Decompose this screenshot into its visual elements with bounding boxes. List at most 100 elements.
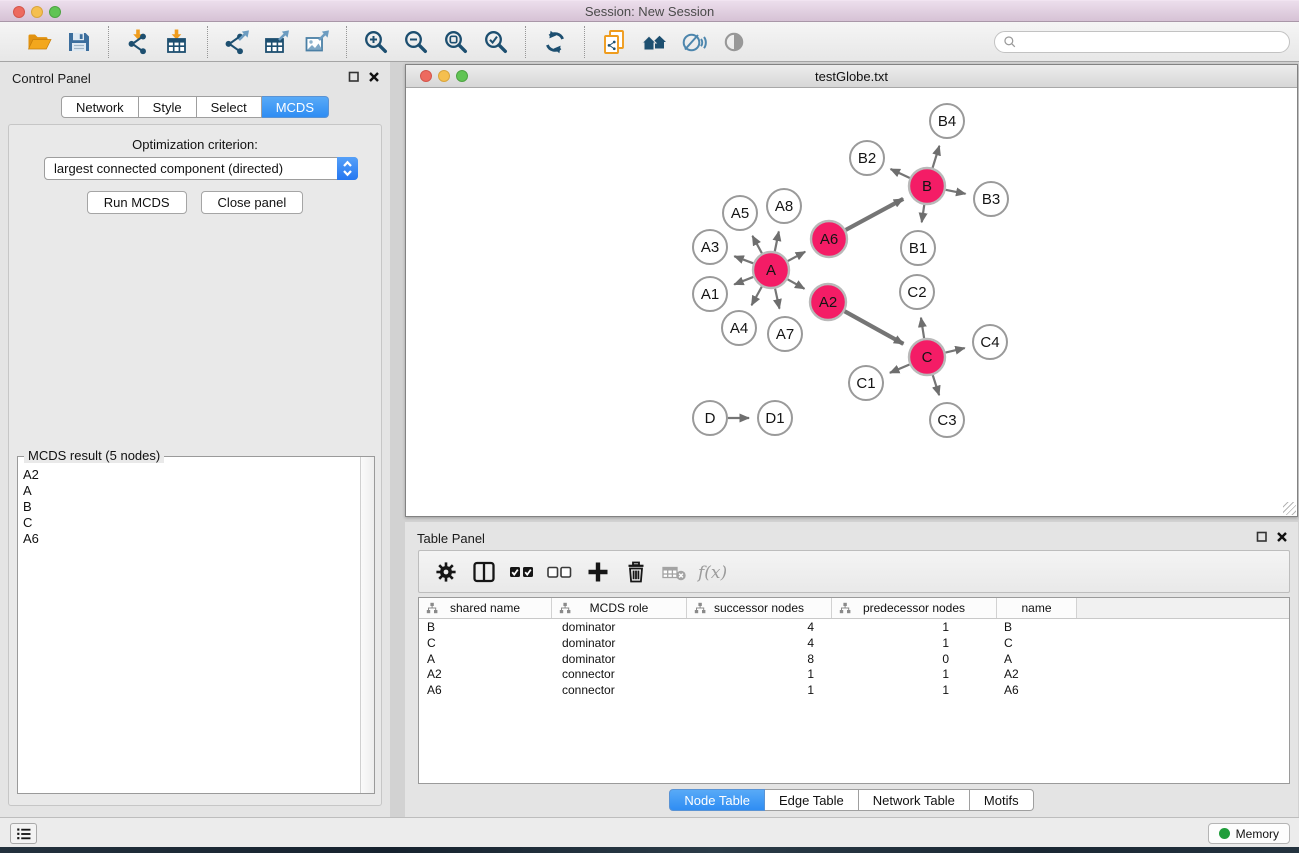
table-row[interactable]: Bdominator41B (419, 619, 1289, 635)
function-builder-icon[interactable]: f(x) (697, 557, 727, 587)
close-panel-icon[interactable] (368, 71, 380, 83)
node-B4[interactable]: B4 (930, 104, 964, 138)
delete-row-icon[interactable] (621, 557, 651, 587)
table-row[interactable]: Cdominator41C (419, 635, 1289, 651)
network-canvas[interactable]: B4 B2 B B3 A8 A5 A6 B1 A3 A A1 C2 A2 (406, 88, 1297, 516)
tab-select[interactable]: Select (197, 96, 262, 118)
export-network-icon[interactable] (223, 28, 251, 56)
tab-motifs[interactable]: Motifs (970, 789, 1034, 811)
table-cell[interactable]: A (997, 651, 1077, 667)
edge-A-A1[interactable] (734, 277, 753, 285)
save-session-icon[interactable] (65, 28, 93, 56)
edge-C-C1[interactable] (890, 364, 910, 372)
open-session-icon[interactable] (25, 28, 53, 56)
node-A2[interactable]: A2 (810, 284, 846, 320)
tab-node-table[interactable]: Node Table (669, 789, 765, 811)
table-cell[interactable]: A6 (997, 682, 1077, 698)
edge-A-A8[interactable] (775, 231, 779, 251)
float-panel-icon[interactable] (348, 71, 360, 83)
edge-B-B4[interactable] (933, 146, 940, 168)
table-cell[interactable]: A6 (419, 682, 552, 698)
tab-edge-table[interactable]: Edge Table (765, 789, 859, 811)
search-input[interactable] (1022, 35, 1281, 49)
table-cell[interactable]: dominator (552, 619, 687, 635)
table-settings-icon[interactable] (431, 557, 461, 587)
zoom-selected-icon[interactable] (482, 28, 510, 56)
table-cell[interactable]: A (419, 651, 552, 667)
node-A8[interactable]: A8 (767, 189, 801, 223)
export-table-icon[interactable] (263, 28, 291, 56)
toggle-preview-icon[interactable] (720, 28, 748, 56)
first-neighbors-icon[interactable] (640, 28, 668, 56)
node-A3[interactable]: A3 (693, 230, 727, 264)
node-B2[interactable]: B2 (850, 141, 884, 175)
tab-style[interactable]: Style (139, 96, 197, 118)
optimization-criterion-select[interactable]: largest connected component (directed) (44, 157, 358, 180)
node-A1[interactable]: A1 (693, 277, 727, 311)
table-cell[interactable]: B (419, 619, 552, 635)
node-C[interactable]: C (909, 339, 945, 375)
memory-button[interactable]: Memory (1208, 823, 1290, 844)
column-header-predecessor-nodes[interactable]: predecessor nodes (832, 598, 997, 618)
node-A7[interactable]: A7 (768, 317, 802, 351)
table-cell[interactable]: connector (552, 682, 687, 698)
close-table-panel-icon[interactable] (1276, 531, 1288, 543)
node-A6[interactable]: A6 (811, 221, 847, 257)
edge-A-A7[interactable] (775, 289, 779, 309)
edge-B-B3[interactable] (946, 190, 966, 194)
zoom-fit-icon[interactable] (442, 28, 470, 56)
node-C4[interactable]: C4 (973, 325, 1007, 359)
result-item[interactable]: A6 (23, 531, 360, 547)
table-cell[interactable]: 4 (687, 635, 832, 651)
column-header-shared-name[interactable]: shared name (419, 598, 552, 618)
table-cell[interactable]: 1 (832, 682, 997, 698)
table-cell[interactable]: dominator (552, 651, 687, 667)
node-B3[interactable]: B3 (974, 182, 1008, 216)
table-row[interactable]: Adominator80A (419, 651, 1289, 667)
resize-grip[interactable] (1283, 502, 1296, 515)
import-network-icon[interactable] (124, 28, 152, 56)
column-header-successor-nodes[interactable]: successor nodes (687, 598, 832, 618)
edge-A-A4[interactable] (752, 287, 762, 306)
tab-network-table[interactable]: Network Table (859, 789, 970, 811)
table-cell[interactable]: A2 (419, 666, 552, 682)
edge-C-C4[interactable] (945, 348, 964, 353)
edge-A-A2[interactable] (788, 279, 805, 288)
select-all-icon[interactable] (507, 557, 537, 587)
table-cell[interactable]: 1 (687, 666, 832, 682)
edge-A-A5[interactable] (752, 236, 762, 253)
table-cell[interactable]: 1 (832, 666, 997, 682)
table-cell[interactable]: 1 (832, 635, 997, 651)
edge-C-C3[interactable] (933, 375, 939, 395)
edge-A6-B[interactable] (846, 199, 904, 230)
table-cell[interactable]: 0 (832, 651, 997, 667)
table-cell[interactable]: B (997, 619, 1077, 635)
table-cell[interactable]: 1 (832, 619, 997, 635)
table-cell[interactable]: 8 (687, 651, 832, 667)
tab-network[interactable]: Network (61, 96, 139, 118)
delete-table-icon[interactable] (659, 557, 689, 587)
table-cell[interactable]: 4 (687, 619, 832, 635)
close-panel-button[interactable]: Close panel (201, 191, 304, 214)
task-history-button[interactable] (10, 823, 37, 844)
refresh-layout-icon[interactable] (541, 28, 569, 56)
result-item[interactable]: C (23, 515, 360, 531)
deselect-all-icon[interactable] (545, 557, 575, 587)
table-cell[interactable]: connector (552, 666, 687, 682)
table-cell[interactable]: C (997, 635, 1077, 651)
table-row[interactable]: A6connector11A6 (419, 682, 1289, 698)
node-A4[interactable]: A4 (722, 311, 756, 345)
edge-A2-C[interactable] (845, 311, 904, 344)
node-A[interactable]: A (753, 252, 789, 288)
column-header-MCDS-role[interactable]: MCDS role (552, 598, 687, 618)
column-header-name[interactable]: name (997, 598, 1077, 618)
show-columns-icon[interactable] (469, 557, 499, 587)
result-item[interactable]: A2 (23, 467, 360, 483)
table-cell[interactable]: A2 (997, 666, 1077, 682)
table-cell[interactable]: C (419, 635, 552, 651)
table-cell[interactable]: dominator (552, 635, 687, 651)
edge-C-C2[interactable] (921, 318, 924, 339)
node-C2[interactable]: C2 (900, 275, 934, 309)
export-image-icon[interactable] (303, 28, 331, 56)
node-B[interactable]: B (909, 168, 945, 204)
